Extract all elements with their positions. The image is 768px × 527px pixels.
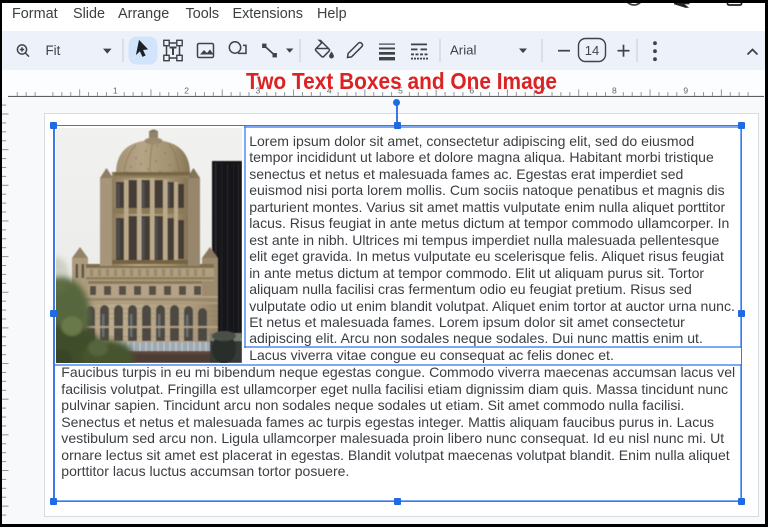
svg-text:14: 14	[585, 43, 599, 58]
svg-text:Arial: Arial	[450, 43, 476, 58]
svg-text:9: 9	[683, 85, 688, 95]
svg-text:Fit: Fit	[46, 43, 61, 58]
svg-text:8: 8	[612, 85, 617, 95]
svg-text:1: 1	[113, 85, 118, 95]
svg-text:2: 2	[184, 85, 189, 95]
